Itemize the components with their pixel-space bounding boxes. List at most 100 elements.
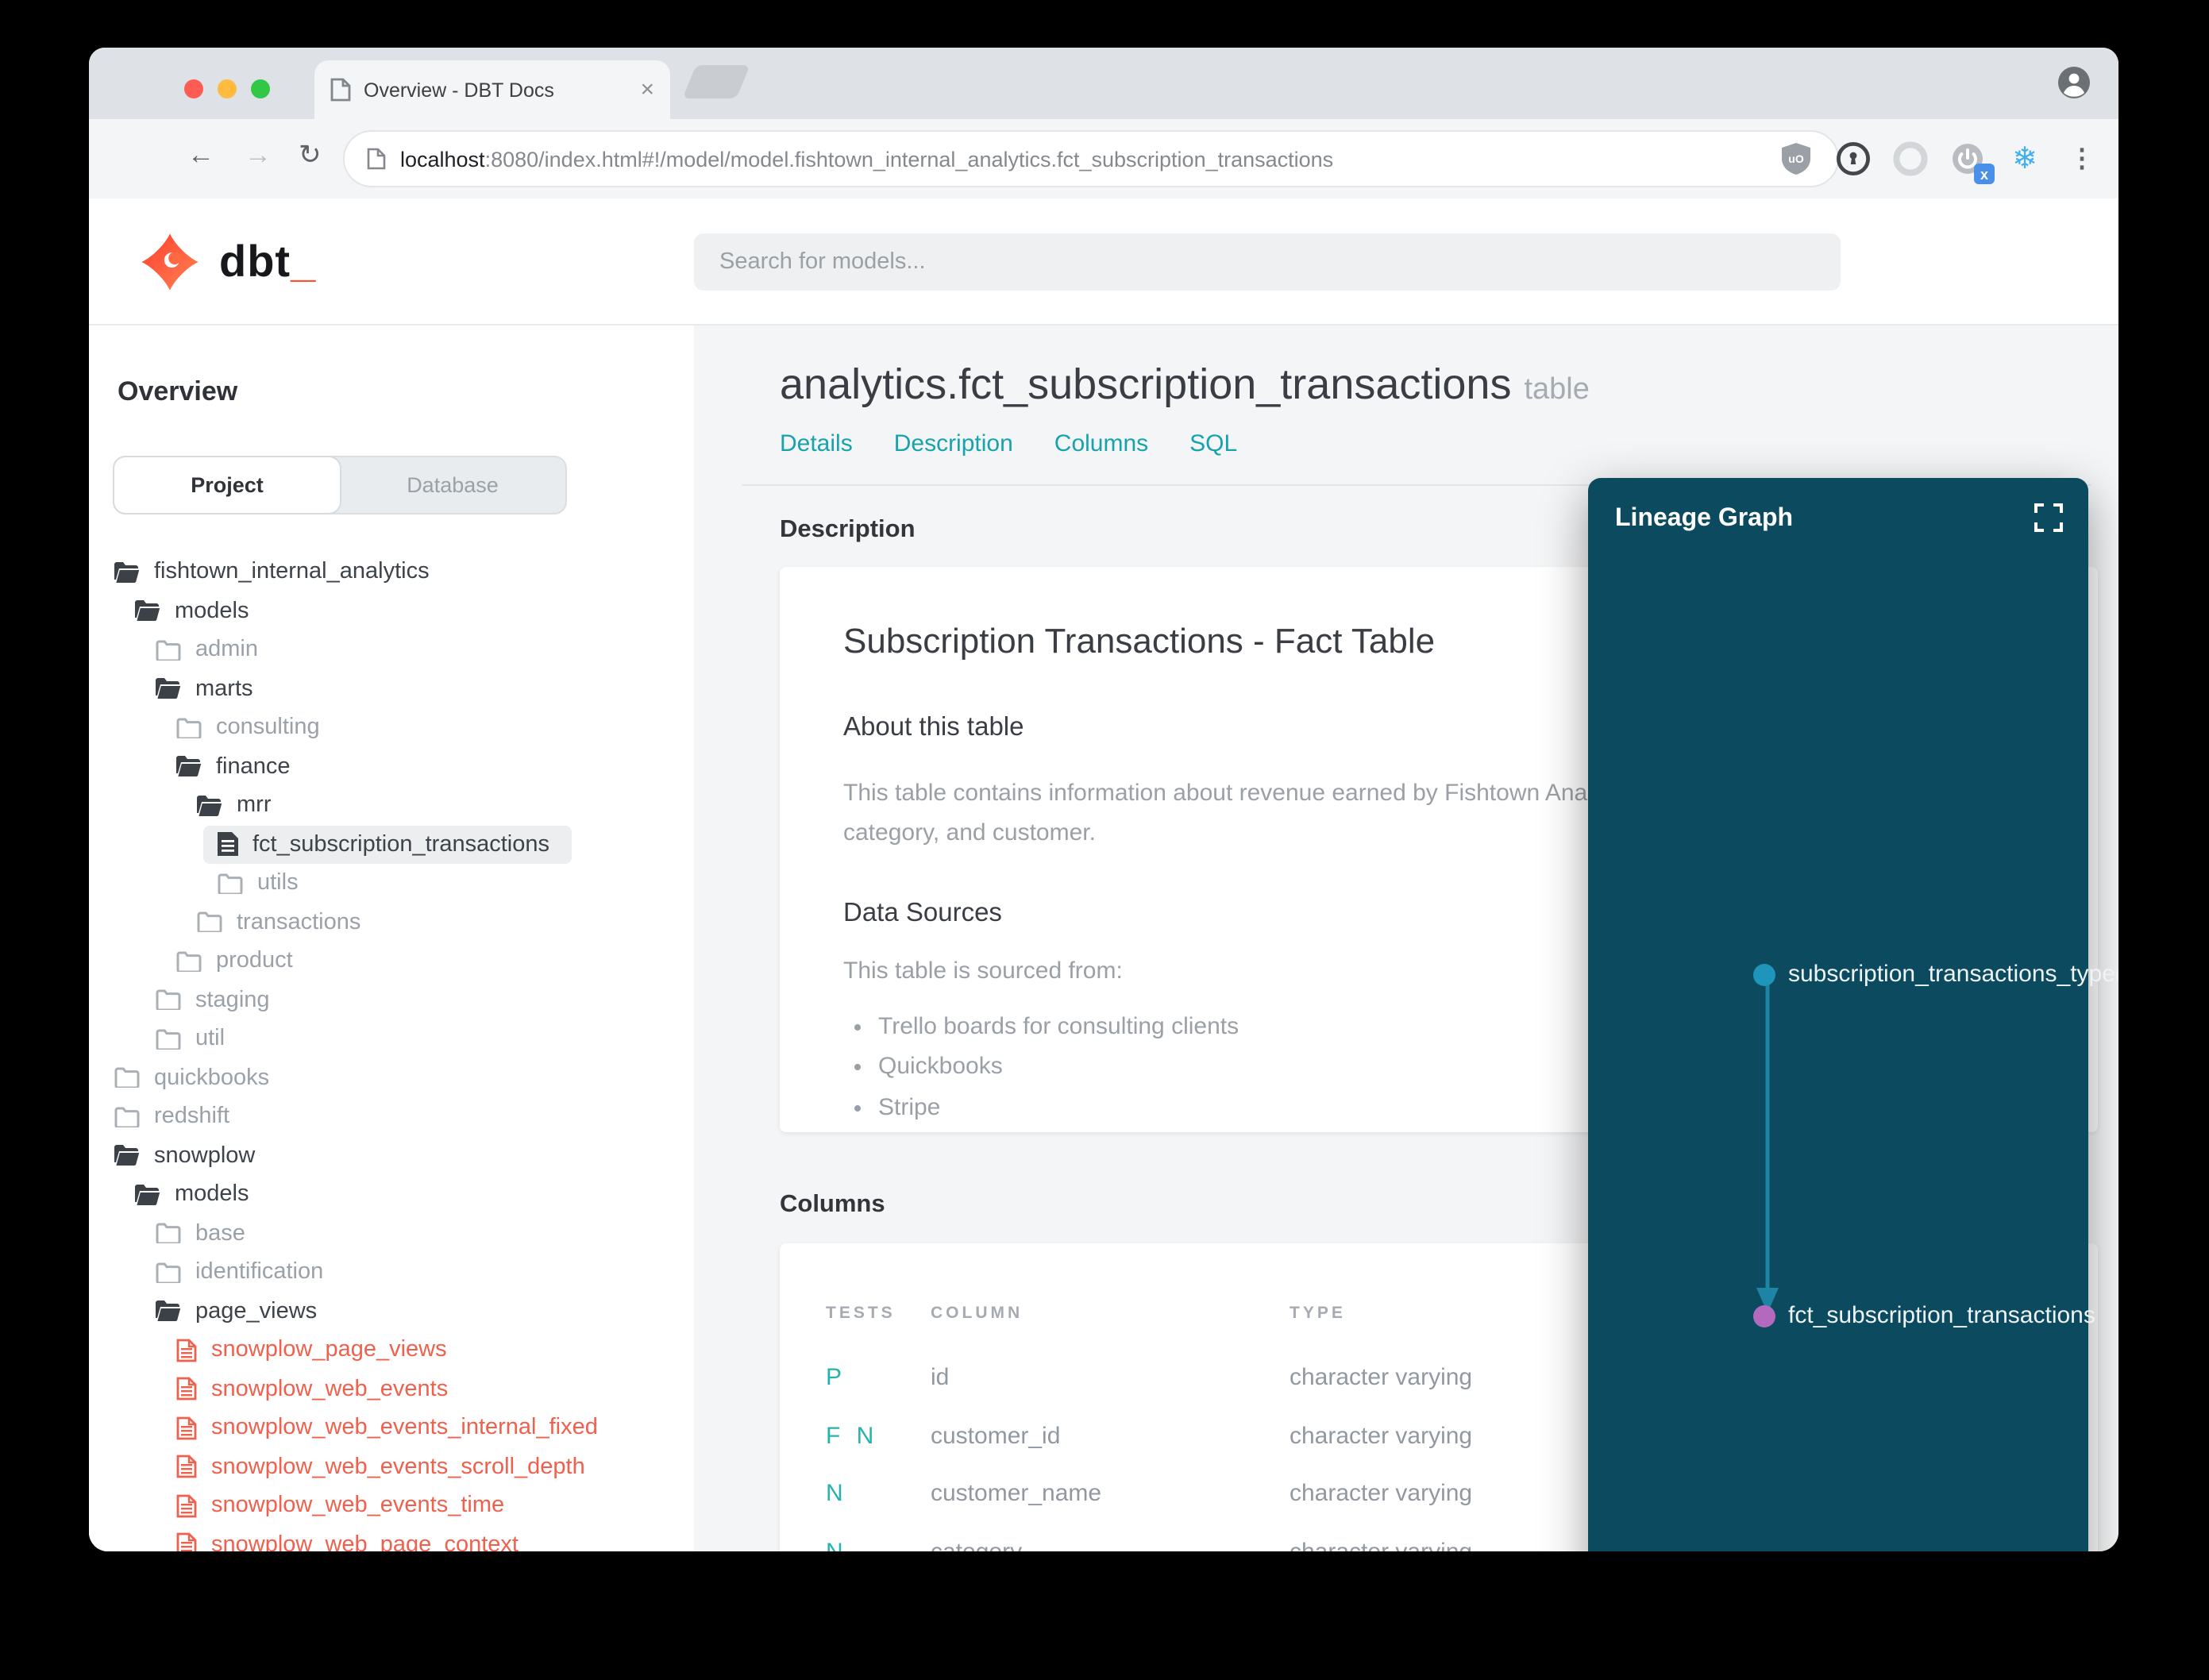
- onepassword-keyhole-icon[interactable]: [1836, 141, 1871, 176]
- profile-avatar-icon[interactable]: [2055, 64, 2093, 102]
- node-dot-target: [1753, 1304, 1775, 1327]
- tree-item-consulting[interactable]: consulting: [176, 708, 320, 746]
- tree-item-label: util: [195, 1026, 226, 1051]
- tree-item-product[interactable]: product: [176, 942, 293, 980]
- disabled-circle-icon[interactable]: [1893, 141, 1928, 176]
- tree-item-transactions[interactable]: transactions: [197, 903, 360, 941]
- folder-open-icon: [156, 678, 181, 699]
- columns-section-label: Columns: [780, 1191, 885, 1218]
- description-section-label: Description: [780, 516, 916, 543]
- tree-item-snowplow_web_events[interactable]: snowplow_web_events: [176, 1370, 448, 1408]
- tree-item-label: staging: [195, 987, 270, 1012]
- folder-closed-icon: [218, 873, 243, 893]
- tree-item-label: redshift: [154, 1104, 230, 1129]
- tree-item-snowplow_web_page_context[interactable]: snowplow_web_page_context: [176, 1525, 519, 1551]
- close-window-button[interactable]: [184, 79, 203, 99]
- tree-item-snowplow_web_events_internal_fixed[interactable]: snowplow_web_events_internal_fixed: [176, 1408, 598, 1447]
- tree-item-mrr[interactable]: mrr: [197, 786, 272, 824]
- page-title: analytics.fct_subscription_transactions t…: [780, 360, 1590, 408]
- browser-menu-icon[interactable]: ⋮: [2064, 141, 2099, 176]
- browser-tabstrip: Overview - DBT Docs ×: [89, 48, 2118, 119]
- snowflake-icon[interactable]: ❄: [2007, 141, 2042, 176]
- tree-item-models[interactable]: models: [135, 591, 249, 630]
- tree-item-finance[interactable]: finance: [176, 747, 291, 785]
- materialization-badge: table: [1524, 373, 1590, 407]
- tree-item-label: models: [175, 1181, 249, 1207]
- url-bar[interactable]: localhost:8080/index.html#!/model/model.…: [343, 130, 1839, 187]
- dbt-logo[interactable]: dbt_: [140, 232, 316, 292]
- browser-tab[interactable]: Overview - DBT Docs ×: [314, 60, 670, 119]
- folder-closed-icon: [156, 639, 181, 660]
- search-input[interactable]: [694, 233, 1841, 291]
- cell-column: customer_id: [931, 1422, 1061, 1449]
- lineage-node-source[interactable]: subscription_transactions_typed: [1753, 961, 2118, 988]
- lineage-title: Lineage Graph: [1615, 505, 1794, 532]
- tree-item-fishtown_internal_analytics[interactable]: fishtown_internal_analytics: [114, 553, 430, 591]
- tree-item-quickbooks[interactable]: quickbooks: [114, 1058, 269, 1096]
- tree-item-page_views[interactable]: page_views: [156, 1292, 317, 1330]
- extensions-row: uO x ❄ ⋮: [1779, 119, 2099, 198]
- refresh-button[interactable]: ↻: [299, 140, 322, 171]
- fullscreen-icon[interactable]: [2034, 503, 2063, 532]
- tree-item-snowplow_page_views[interactable]: snowplow_page_views: [176, 1331, 447, 1369]
- url-text: localhost:8080/index.html#!/model/model.…: [400, 147, 1333, 171]
- tree-item-redshift[interactable]: redshift: [114, 1097, 229, 1135]
- logo-underscore: _: [291, 237, 317, 286]
- back-button[interactable]: ←: [187, 140, 214, 171]
- tree-item-snowplow_web_events_scroll_depth[interactable]: snowplow_web_events_scroll_depth: [176, 1447, 585, 1485]
- folder-closed-icon: [156, 989, 181, 1010]
- tab-project[interactable]: Project: [114, 457, 340, 513]
- browser-toolbar: ← → ↻ localhost:8080/index.html#!/model/…: [89, 119, 2118, 198]
- folder-closed-icon: [156, 1262, 181, 1282]
- tree-item-base[interactable]: base: [156, 1214, 245, 1252]
- tree-item-label: finance: [216, 753, 291, 779]
- cell-tests: N: [826, 1538, 848, 1551]
- tree-item-label: snowplow_web_events_scroll_depth: [211, 1454, 585, 1479]
- file-outline-icon: [176, 1493, 197, 1517]
- model-tab-description[interactable]: Description: [894, 430, 1013, 457]
- svg-text:uO: uO: [1788, 152, 1804, 165]
- forward-button[interactable]: →: [245, 140, 272, 171]
- tree-item-marts[interactable]: marts: [156, 669, 253, 707]
- ublock-shield-icon[interactable]: uO: [1779, 141, 1814, 176]
- tree-item-utils[interactable]: utils: [218, 864, 299, 902]
- tab-database[interactable]: Database: [340, 457, 565, 513]
- tree-item-label: mrr: [237, 792, 272, 818]
- tree-item-identification[interactable]: identification: [156, 1253, 323, 1291]
- page-favicon-icon: [330, 78, 351, 102]
- tree-item-util[interactable]: util: [156, 1019, 225, 1058]
- node-dot-source: [1753, 963, 1775, 985]
- url-host: localhost: [400, 147, 485, 171]
- tab-title: Overview - DBT Docs: [364, 79, 554, 101]
- model-tab-columns[interactable]: Columns: [1054, 430, 1148, 457]
- file-outline-icon: [176, 1338, 197, 1362]
- tree-item-snowplow_web_events_time[interactable]: snowplow_web_events_time: [176, 1486, 504, 1524]
- lineage-node-target[interactable]: fct_subscription_transactions: [1753, 1302, 2095, 1329]
- tree-item-label: identification: [195, 1259, 324, 1285]
- column-header-column: COLUMN: [931, 1304, 1024, 1323]
- folder-open-icon: [114, 561, 140, 582]
- power-icon[interactable]: x: [1950, 141, 1995, 184]
- url-path: :8080/index.html#!/model/model.fishtown_…: [484, 147, 1334, 171]
- tree-item-admin[interactable]: admin: [156, 630, 258, 669]
- tree-item-models[interactable]: models: [135, 1175, 249, 1213]
- tree-item-label: models: [175, 598, 249, 623]
- folder-closed-icon: [197, 911, 222, 932]
- tree-item-label: fishtown_internal_analytics: [154, 559, 430, 584]
- zoom-window-button[interactable]: [251, 79, 270, 99]
- folder-closed-icon: [176, 717, 202, 738]
- tree-item-snowplow[interactable]: snowplow: [114, 1136, 255, 1174]
- tree-item-staging[interactable]: staging: [156, 981, 270, 1019]
- tree-item-label: page_views: [195, 1298, 318, 1324]
- minimize-window-button[interactable]: [218, 79, 237, 99]
- tab-close-icon[interactable]: ×: [640, 78, 654, 102]
- dbt-logo-text: dbt_: [219, 237, 317, 286]
- model-tab-sql[interactable]: SQL: [1189, 430, 1237, 457]
- tree-item-label: quickbooks: [154, 1065, 270, 1090]
- tree-item-label: transactions: [237, 909, 361, 934]
- file-icon: [218, 832, 238, 856]
- new-tab-button[interactable]: [682, 65, 750, 98]
- file-outline-icon: [176, 1455, 197, 1478]
- tree-item-fct_subscription_transactions[interactable]: fct_subscription_transactions: [203, 825, 572, 863]
- model-tab-details[interactable]: Details: [780, 430, 853, 457]
